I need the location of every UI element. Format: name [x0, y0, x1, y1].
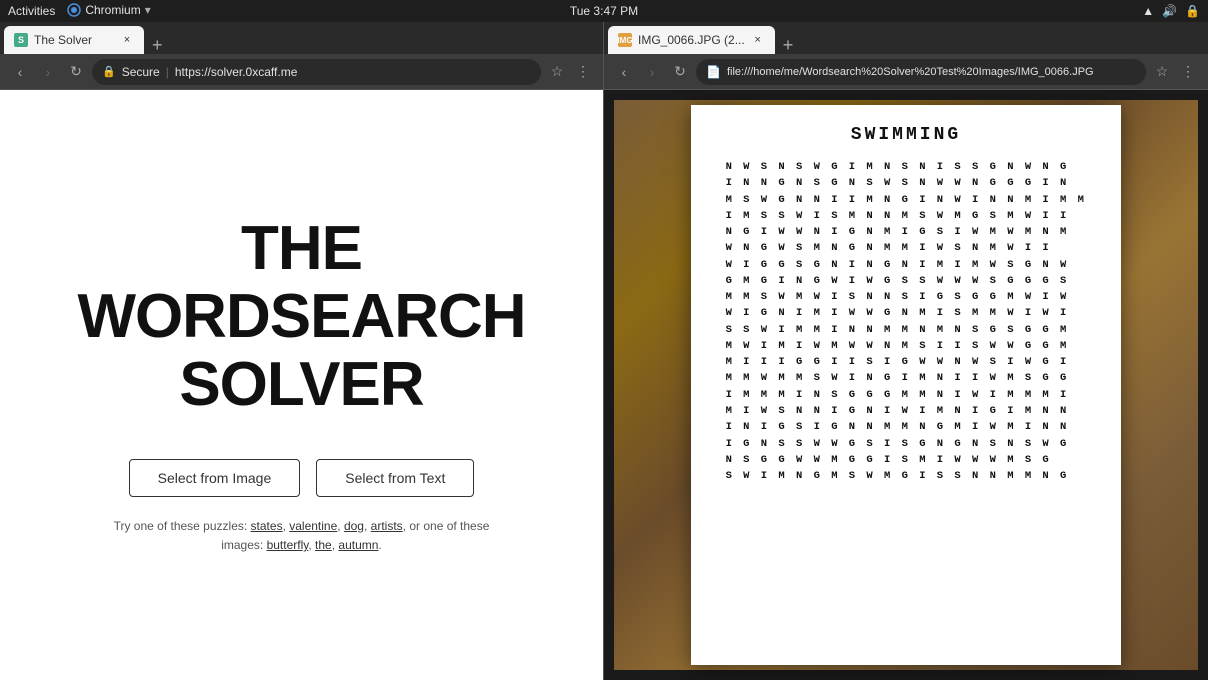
chromium-label: Chromium ▾: [67, 3, 150, 20]
left-page-content: THE WORDSEARCH SOLVER Select from Image …: [0, 90, 603, 680]
ws-grid-row: M W I M I W M W W N M S I I S W W G G M: [726, 338, 1087, 354]
ws-grid-row: I M M M I N S G G G M M N I W I M M M I: [726, 387, 1087, 403]
hint-dog-link[interactable]: dog: [344, 519, 364, 533]
ws-grid-row: S S W I M M I N N M M N M N S G S G G M: [726, 322, 1087, 338]
battery-icon: 🔒: [1185, 4, 1200, 18]
ws-grid-row: I G N S S W W G S I S G N G N S N S W G: [726, 436, 1087, 452]
system-bar: Activities Chromium ▾ Tue 3:47 PM ▲ 🔊 🔒: [0, 0, 1208, 22]
right-tab-active[interactable]: IMG IMG_0066.JPG (2... ×: [608, 26, 775, 54]
hint-autumn-link[interactable]: autumn: [338, 538, 378, 552]
right-new-tab-btn[interactable]: +: [783, 36, 794, 54]
hint-text: Try one of these puzzles: states, valent…: [114, 517, 490, 555]
wifi-icon: ▲: [1142, 4, 1154, 18]
wooden-table-bg: SWIMMING N W S N S W G I M N S N I S S G…: [614, 100, 1198, 670]
hint-the-link[interactable]: the: [315, 538, 332, 552]
ws-grid-row: N S G G W W M G G I S M I W W W M S G: [726, 452, 1087, 468]
wordsearch-paper: SWIMMING N W S N S W G I M N S N I S S G…: [691, 105, 1121, 665]
hint-states-link[interactable]: states: [251, 519, 283, 533]
left-bookmark-btn[interactable]: ☆: [545, 60, 569, 84]
left-menu-btn[interactable]: ⋮: [571, 60, 595, 84]
right-nav-bar: ‹ › ↻ 📄 file:///home/me/Wordsearch%20Sol…: [604, 54, 1208, 90]
right-tab-title: IMG_0066.JPG (2...: [638, 33, 745, 47]
ws-grid-row: W I G N I M I W W G N M I S M M W I W I: [726, 305, 1087, 321]
ws-grid-row: M I I I G G I I S I G W W N W S I W G I: [726, 354, 1087, 370]
left-address-bar[interactable]: 🔒 Secure | https://solver.0xcaff.me: [92, 59, 541, 85]
button-group: Select from Image Select from Text: [129, 459, 475, 497]
ws-grid-row: N W S N S W G I M N S N I S S G N W N G: [726, 159, 1087, 175]
left-tab-bar: S The Solver × +: [0, 22, 603, 54]
left-back-btn[interactable]: ‹: [8, 60, 32, 84]
left-new-tab-btn[interactable]: +: [152, 36, 163, 54]
left-forward-btn[interactable]: ›: [36, 60, 60, 84]
browser-left: S The Solver × + ‹ › ↻ 🔒 Secure: [0, 22, 604, 680]
ws-grid-row: I N I G S I G N N M M N G M I W M I N N: [726, 419, 1087, 435]
ws-grid-row: M M W M M S W I N G I M N I I W M S G G: [726, 370, 1087, 386]
ws-puzzle-title: SWIMMING: [851, 125, 961, 145]
image-viewer: SWIMMING N W S N S W G I M N S N I S S G…: [604, 90, 1208, 680]
right-nav-right: ☆ ⋮: [1150, 60, 1200, 84]
volume-icon: 🔊: [1162, 4, 1177, 18]
system-bar-left: Activities Chromium ▾: [8, 3, 151, 20]
right-url-text: file:///home/me/Wordsearch%20Solver%20Te…: [727, 66, 1094, 78]
right-reload-btn[interactable]: ↻: [668, 60, 692, 84]
right-forward-btn[interactable]: ›: [640, 60, 664, 84]
hint-prefix: Try one of these puzzles:: [114, 519, 248, 533]
left-secure-label: Secure: [122, 65, 160, 79]
system-time: Tue 3:47 PM: [570, 4, 638, 18]
right-address-bar[interactable]: 📄 file:///home/me/Wordsearch%20Solver%20…: [696, 59, 1146, 85]
right-menu-btn[interactable]: ⋮: [1176, 60, 1200, 84]
select-from-image-button[interactable]: Select from Image: [129, 459, 301, 497]
left-reload-btn[interactable]: ↻: [64, 60, 88, 84]
ws-grid-row: W N G W S M N G N M M I W S N M W I I: [726, 240, 1087, 256]
left-nav-bar: ‹ › ↻ 🔒 Secure | https://solver.0xcaff.m…: [0, 54, 603, 90]
hint-butterfly-link[interactable]: butterfly: [267, 538, 309, 552]
right-tab-bar: IMG IMG_0066.JPG (2... × +: [604, 22, 1208, 54]
right-tab-favicon: IMG: [618, 33, 632, 47]
ws-grid-row: W I G G S G N I N G N I M I M W S G N W: [726, 257, 1087, 273]
ws-grid-row: M I W S N N I G N I W I M N I G I M N N: [726, 403, 1087, 419]
wordsearch-title: THE WORDSEARCH SOLVER: [77, 215, 525, 420]
title-line2: WORDSEARCH: [77, 283, 525, 351]
ws-grid-row: N G I W W N I G N M I G S I W M W M N M: [726, 224, 1087, 240]
ws-grid-row: I N N G N S G N S W S N W W N G G G I N: [726, 175, 1087, 191]
browsers-container: S The Solver × + ‹ › ↻ 🔒 Secure: [0, 22, 1208, 680]
chromium-icon: [67, 3, 81, 17]
left-tab-favicon: S: [14, 33, 28, 47]
left-tab-title: The Solver: [34, 33, 92, 47]
ws-grid-row: I M S S W I S M N N M S W M G S M W I I: [726, 208, 1087, 224]
ws-grid-row: M S W G N N I I M N G I N W I N N M I M …: [726, 192, 1087, 208]
right-bookmark-btn[interactable]: ☆: [1150, 60, 1174, 84]
hint-valentine-link[interactable]: valentine: [289, 519, 337, 533]
browser-right: IMG IMG_0066.JPG (2... × + ‹ › ↻ 📄 file:: [604, 22, 1208, 680]
title-line3: SOLVER: [77, 351, 525, 419]
system-bar-right: ▲ 🔊 🔒: [1142, 4, 1200, 18]
left-tab-close[interactable]: ×: [120, 33, 134, 47]
ws-grid-row: M M S W M W I S N N S I G S G G M W I W: [726, 289, 1087, 305]
ws-grid-row: G M G I N G W I W G S S W W W S G G G S: [726, 273, 1087, 289]
left-nav-right: ☆ ⋮: [545, 60, 595, 84]
select-from-text-button[interactable]: Select from Text: [316, 459, 474, 497]
right-tab-close[interactable]: ×: [751, 33, 765, 47]
right-back-btn[interactable]: ‹: [612, 60, 636, 84]
left-lock-icon: 🔒: [102, 65, 116, 78]
right-file-icon: 📄: [706, 65, 721, 79]
activities-label[interactable]: Activities: [8, 4, 55, 18]
hint-artists-link[interactable]: artists: [371, 519, 403, 533]
title-line1: THE: [77, 215, 525, 283]
chromium-menu-arrow[interactable]: ▾: [145, 3, 151, 17]
left-url-text: https://solver.0xcaff.me: [175, 65, 298, 79]
ws-grid: N W S N S W G I M N S N I S S G N W N GI…: [726, 159, 1087, 484]
ws-grid-row: S W I M N G M S W M G I S S N N M M N G: [726, 468, 1087, 484]
left-tab-active[interactable]: S The Solver ×: [4, 26, 144, 54]
